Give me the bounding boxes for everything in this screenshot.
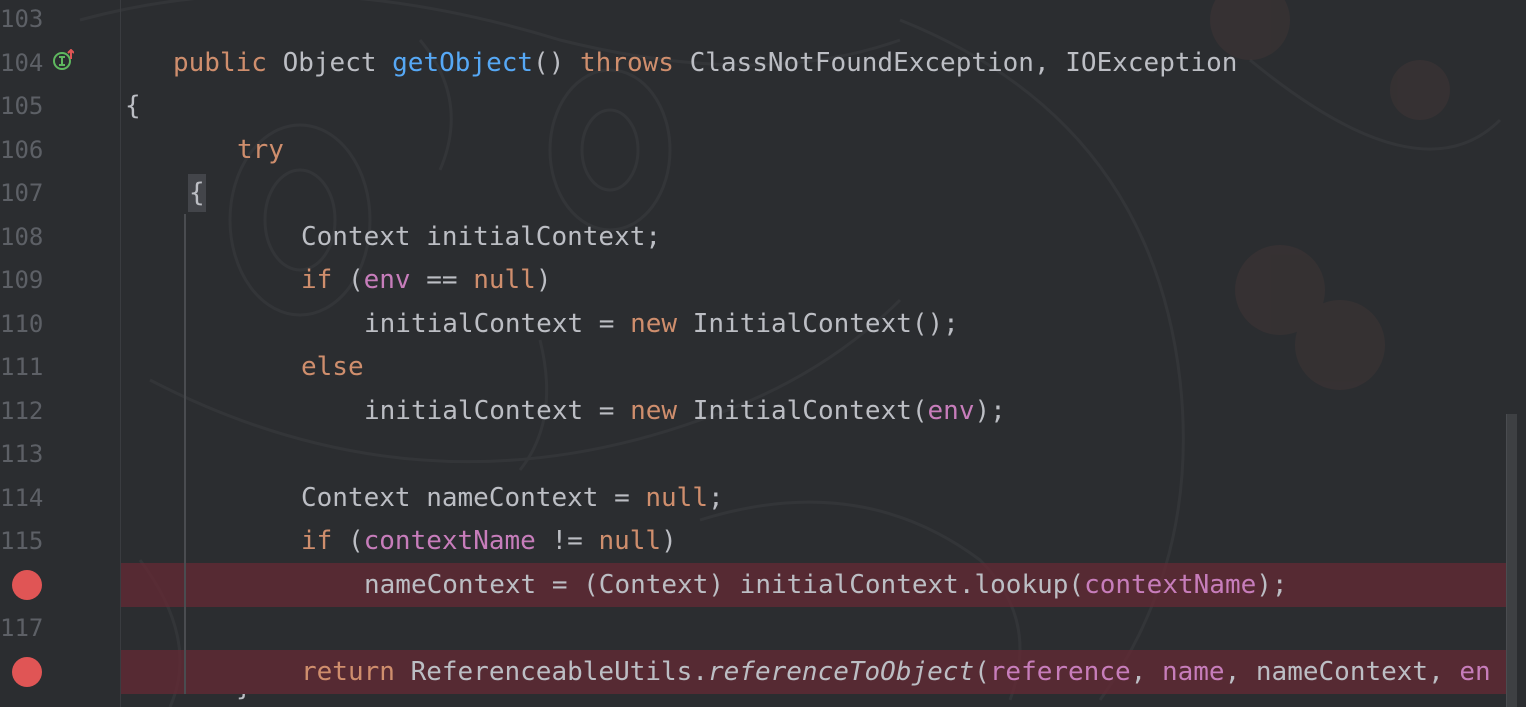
field-name: reference <box>989 657 1131 687</box>
code-text: nameContext = (Context) initialContext.l… <box>364 570 1085 600</box>
code-line-114[interactable]: Context nameContext = null; <box>301 476 724 520</box>
keyword: return <box>301 657 395 687</box>
code-text: initialContext = <box>364 309 631 339</box>
line-number: 112 <box>0 397 44 425</box>
code-text: != <box>535 526 599 556</box>
keyword: if <box>301 526 333 556</box>
code-text: ReferenceableUtils. <box>394 657 708 687</box>
keyword: public <box>173 48 267 78</box>
code-line-105[interactable]: { <box>125 84 141 128</box>
field-name: env <box>927 396 975 426</box>
code-text: { <box>125 91 141 121</box>
code-text: () <box>533 48 581 78</box>
code-text: { <box>189 178 205 208</box>
line-number: 103 <box>0 5 44 33</box>
code-text: ); <box>974 396 1006 426</box>
code-text: ) <box>535 265 552 295</box>
code-line-108[interactable]: Context initialContext; <box>301 215 661 259</box>
code-line-106[interactable]: try <box>237 128 284 172</box>
code-text: } <box>236 694 250 702</box>
code-text: InitialContext(); <box>677 309 959 339</box>
line-number: 109 <box>0 266 44 294</box>
code-text: ( <box>332 265 364 295</box>
line-number: 111 <box>0 353 44 381</box>
code-line-116[interactable]: nameContext = (Context) initialContext.l… <box>364 563 1288 607</box>
code-line-110[interactable]: initialContext = new InitialContext(); <box>364 302 959 346</box>
code-text: Context initialContext; <box>301 222 662 252</box>
keyword: if <box>301 265 333 295</box>
override-up-arrow-icon[interactable] <box>52 49 74 71</box>
code-line-115[interactable]: if (contextName != null) <box>301 519 677 563</box>
code-text: Object <box>266 48 393 78</box>
keyword: else <box>301 352 364 382</box>
code-text: initialContext = <box>364 396 631 426</box>
code-line-104[interactable]: public Object getObject() throws ClassNo… <box>173 41 1237 85</box>
code-line-112[interactable]: initialContext = new InitialContext(env)… <box>364 389 1006 433</box>
method-name: getObject <box>392 48 534 78</box>
keyword: throws <box>580 48 674 78</box>
code-text: == <box>410 265 474 295</box>
indent-guide <box>184 214 186 694</box>
line-number: 104 <box>0 49 44 77</box>
line-number: 106 <box>0 136 44 164</box>
code-text: ) <box>661 526 677 556</box>
closing-brace-partial: } <box>236 694 250 707</box>
keyword: try <box>237 135 284 165</box>
gutter-divider <box>120 0 121 707</box>
line-number: 110 <box>0 310 44 338</box>
field-name: name <box>1161 657 1225 687</box>
code-text: ); <box>1256 570 1288 600</box>
keyword: new <box>630 309 678 339</box>
code-text: ClassNotFoundException, IOException <box>673 48 1238 78</box>
code-line-109[interactable]: if (env == null) <box>301 258 552 302</box>
vertical-scrollbar[interactable] <box>1506 414 1517 707</box>
code-text: , nameContext, <box>1224 657 1460 687</box>
keyword: null <box>645 483 708 513</box>
keyword: null <box>473 265 536 295</box>
code-text: , <box>1130 657 1162 687</box>
code-text: ; <box>708 483 724 513</box>
code-text: InitialContext( <box>677 396 928 426</box>
line-number: 117 <box>0 614 44 642</box>
editor-gutter[interactable]: 103 104 105 106 107 108 109 110 111 112 … <box>0 0 120 707</box>
line-number: 108 <box>0 223 44 251</box>
breakpoint-icon[interactable] <box>12 570 42 600</box>
field-name: env <box>363 265 411 295</box>
code-text: ( <box>974 657 990 687</box>
code-editor[interactable]: 103 104 105 106 107 108 109 110 111 112 … <box>0 0 1526 707</box>
line-number: 113 <box>0 440 44 468</box>
field-name: en <box>1459 657 1491 687</box>
code-line-107[interactable]: { <box>189 171 205 215</box>
field-name: contextName <box>1084 570 1257 600</box>
code-text: Context nameContext = <box>301 483 646 513</box>
keyword: null <box>598 526 662 556</box>
line-number: 107 <box>0 179 44 207</box>
field-name: contextName <box>363 526 536 556</box>
code-line-118[interactable]: return ReferenceableUtils.referenceToObj… <box>301 650 1491 694</box>
line-number: 105 <box>0 92 44 120</box>
method-name-italic: referenceToObject <box>708 657 975 687</box>
code-line-111[interactable]: else <box>301 345 364 389</box>
line-number: 114 <box>0 484 44 512</box>
breakpoint-icon[interactable] <box>12 657 42 687</box>
line-number: 115 <box>0 527 44 555</box>
code-text: ( <box>332 526 364 556</box>
keyword: new <box>630 396 678 426</box>
